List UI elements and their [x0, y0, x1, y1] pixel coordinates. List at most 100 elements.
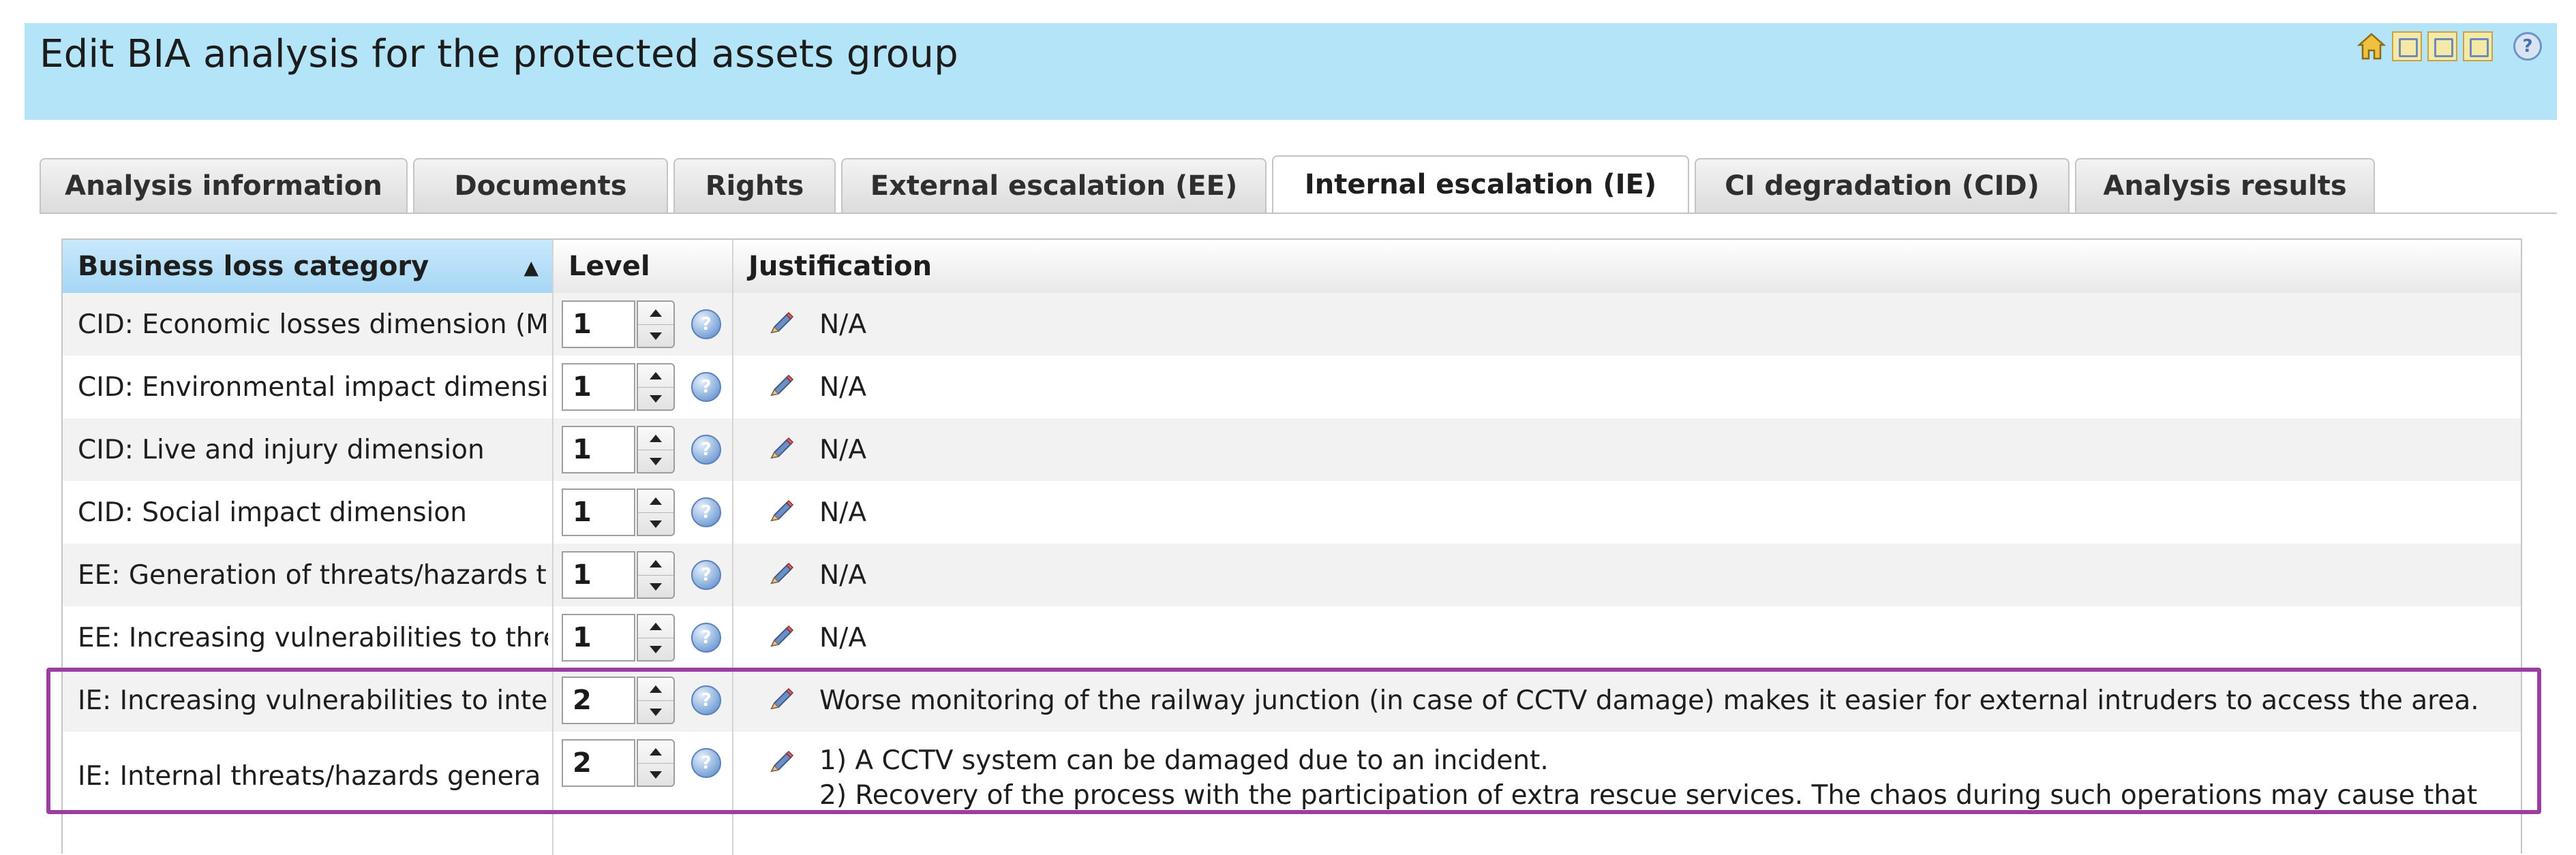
increment-arrow-icon[interactable] — [638, 490, 673, 513]
level-stepper[interactable]: 2 — [562, 677, 675, 724]
level-input[interactable]: 1 — [562, 551, 635, 599]
stepper-buttons[interactable] — [637, 614, 675, 662]
tab-documents[interactable]: Documents — [413, 158, 668, 213]
edit-pencil-icon[interactable] — [765, 308, 796, 339]
justification-line: 1) A CCTV system can be damaged due to a… — [819, 745, 1549, 776]
edit-pencil-icon[interactable] — [765, 684, 796, 715]
table-row[interactable]: CID: Economic losses dimension (M 1? N/A — [63, 293, 2521, 356]
tab-internal-escalation[interactable]: Internal escalation (IE) — [1272, 155, 1689, 213]
level-help-icon[interactable]: ? — [691, 372, 721, 402]
edit-pencil-icon[interactable] — [765, 621, 796, 653]
decrement-arrow-icon[interactable] — [638, 325, 673, 347]
column-header-justification[interactable]: Justification — [733, 240, 2519, 293]
stepper-buttons[interactable] — [637, 363, 675, 411]
level-stepper[interactable]: 1 — [562, 551, 675, 599]
level-stepper[interactable]: 2 — [562, 739, 675, 787]
help-icon[interactable]: ? — [2513, 32, 2542, 61]
level-input[interactable]: 1 — [562, 614, 635, 662]
table-row[interactable]: CID: Live and injury dimension 1? N/A — [63, 418, 2521, 481]
increment-arrow-icon[interactable] — [638, 741, 673, 764]
increment-arrow-icon[interactable] — [638, 302, 673, 325]
category-cell: EE: Generation of threats/hazards t — [78, 559, 547, 591]
edit-pencil-icon[interactable] — [765, 559, 796, 590]
table-row[interactable]: EE: Generation of threats/hazards t 1? N/A — [63, 544, 2521, 606]
table-row[interactable]: CID: Social impact dimension 1? N/A — [63, 481, 2521, 544]
tab-ci-degradation[interactable]: CI degradation (CID) — [1695, 158, 2070, 213]
level-input[interactable]: 2 — [562, 739, 635, 787]
decrement-arrow-icon[interactable] — [638, 764, 673, 786]
import-sheet-icon[interactable] — [2427, 31, 2457, 61]
level-input[interactable]: 2 — [562, 677, 635, 724]
level-stepper[interactable]: 1 — [562, 363, 675, 411]
stepper-buttons[interactable] — [637, 488, 675, 536]
justification-line: N/A — [819, 497, 866, 528]
column-header-level[interactable]: Level — [554, 240, 732, 293]
tab-analysis-results[interactable]: Analysis results — [2075, 158, 2375, 213]
decrement-arrow-icon[interactable] — [638, 576, 673, 598]
level-help-icon[interactable]: ? — [691, 748, 721, 778]
tab-analysis-information[interactable]: Analysis information — [40, 158, 408, 213]
level-input[interactable]: 1 — [562, 426, 635, 473]
stepper-buttons[interactable] — [637, 677, 675, 724]
tab-panel-border — [40, 213, 2557, 214]
justification-line: N/A — [819, 622, 866, 653]
edit-pencil-icon[interactable] — [765, 747, 796, 778]
justification-line: 2) Recovery of the process with the part… — [819, 779, 2478, 811]
decrement-arrow-icon[interactable] — [638, 638, 673, 661]
table-row[interactable]: CID: Environmental impact dimensi 1? N/A — [63, 356, 2521, 418]
stepper-buttons[interactable] — [637, 551, 675, 599]
tab-external-escalation[interactable]: External escalation (EE) — [841, 158, 1267, 213]
edit-pencil-icon[interactable] — [765, 433, 796, 465]
level-help-icon[interactable]: ? — [691, 309, 721, 339]
level-help-icon[interactable]: ? — [691, 560, 721, 590]
decrement-arrow-icon[interactable] — [638, 450, 673, 473]
stepper-buttons[interactable] — [637, 300, 675, 348]
increment-arrow-icon[interactable] — [638, 364, 673, 388]
edit-pencil-icon[interactable] — [765, 496, 796, 527]
stepper-buttons[interactable] — [637, 426, 675, 473]
increment-arrow-icon[interactable] — [638, 615, 673, 638]
category-cell: CID: Economic losses dimension (M — [78, 309, 548, 340]
justification-cell: N/A — [819, 356, 2510, 418]
category-cell: CID: Live and injury dimension — [78, 434, 485, 465]
business-loss-grid: Business loss category ▲ Level Justifica… — [61, 238, 2522, 855]
level-help-icon[interactable]: ? — [691, 685, 721, 715]
justification-line: N/A — [819, 559, 866, 591]
decrement-arrow-icon[interactable] — [638, 513, 673, 535]
level-input[interactable]: 1 — [562, 488, 635, 536]
justification-cell: N/A — [819, 544, 2510, 606]
increment-arrow-icon[interactable] — [638, 678, 673, 701]
category-cell: EE: Increasing vulnerabilities to thre — [78, 622, 548, 653]
export-sheet-icon[interactable] — [2392, 31, 2422, 61]
level-help-icon[interactable]: ? — [691, 497, 721, 527]
decrement-arrow-icon[interactable] — [638, 701, 673, 724]
justification-cell: 1) A CCTV system can be damaged due to a… — [819, 732, 2510, 833]
level-input[interactable]: 1 — [562, 300, 635, 348]
justification-cell: N/A — [819, 481, 2510, 544]
home-icon[interactable] — [2357, 31, 2386, 61]
justification-line: N/A — [819, 434, 866, 465]
edit-pencil-icon[interactable] — [765, 371, 796, 402]
report-sheet-icon[interactable] — [2463, 31, 2493, 61]
level-stepper[interactable]: 1 — [562, 488, 675, 536]
level-help-icon[interactable]: ? — [691, 623, 721, 653]
increment-arrow-icon[interactable] — [638, 553, 673, 576]
column-divider — [552, 240, 554, 855]
table-row[interactable]: EE: Increasing vulnerabilities to thre 1?… — [63, 606, 2521, 669]
justification-line: Worse monitoring of the railway junction… — [819, 685, 2479, 716]
level-input[interactable]: 1 — [562, 363, 635, 411]
level-stepper[interactable]: 1 — [562, 614, 675, 662]
level-stepper[interactable]: 1 — [562, 426, 675, 473]
level-help-icon[interactable]: ? — [691, 435, 721, 465]
title-bar: Edit BIA analysis for the protected asse… — [25, 23, 2557, 120]
table-row[interactable]: IE: Increasing vulnerabilities to inte 2?… — [63, 669, 2521, 732]
tab-rights[interactable]: Rights — [673, 158, 836, 213]
stepper-buttons[interactable] — [637, 739, 675, 787]
column-header-category[interactable]: Business loss category ▲ — [63, 240, 552, 293]
increment-arrow-icon[interactable] — [638, 427, 673, 450]
category-cell: CID: Social impact dimension — [78, 497, 467, 528]
grid-header: Business loss category ▲ Level Justifica… — [63, 240, 2521, 294]
decrement-arrow-icon[interactable] — [638, 388, 673, 410]
level-stepper[interactable]: 1 — [562, 300, 675, 348]
table-row[interactable]: IE: Internal threats/hazards genera 2? 1) … — [63, 732, 2521, 820]
